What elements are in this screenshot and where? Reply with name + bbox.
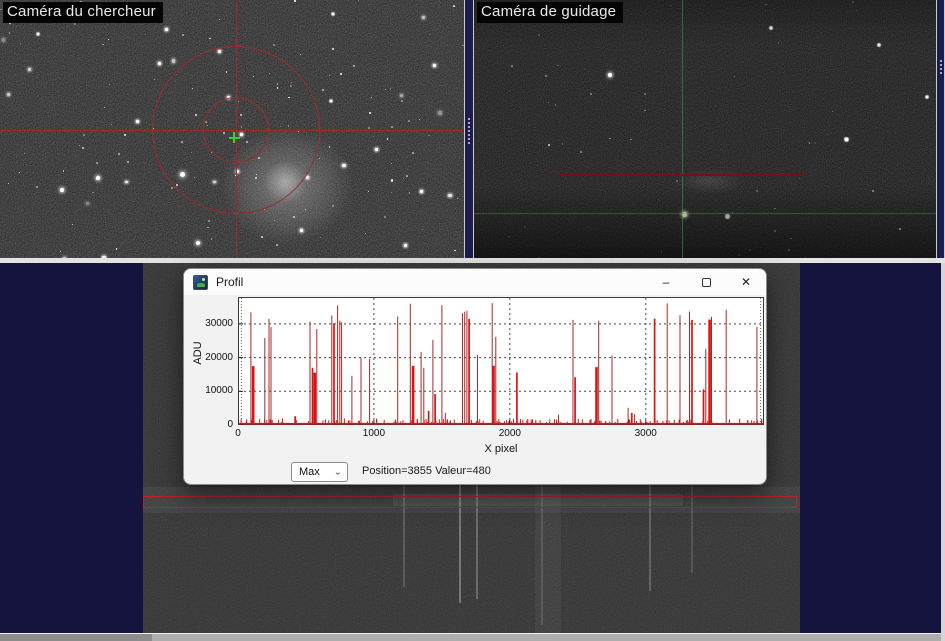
close-button[interactable]: ✕: [726, 269, 766, 295]
profil-app-icon: [193, 274, 208, 290]
emission-line: [649, 473, 651, 591]
star: [437, 111, 442, 115]
guide-camera-view: Caméra de guidage: [474, 0, 936, 258]
star: [358, 0, 359, 1]
star: [433, 64, 436, 67]
y-tick-label: 20000: [205, 351, 233, 363]
vignette-overlay: [474, 0, 936, 258]
window-border: [941, 263, 945, 641]
chevron-down-icon: ⌄: [333, 467, 342, 477]
star: [386, 138, 388, 140]
status-bar: [0, 633, 945, 641]
guide-camera-label: Caméra de guidage: [477, 2, 624, 23]
star: [408, 120, 410, 123]
star: [391, 125, 393, 128]
guide-crosshair-horizontal-line: [474, 213, 936, 214]
horizontal-splitter[interactable]: [0, 258, 945, 263]
star: [158, 61, 161, 65]
profil-window[interactable]: Profil – ✕ ADU 0 10000 20000 30000 0 1000 200…: [183, 268, 767, 485]
x-tick-label: 1000: [362, 428, 386, 439]
star: [399, 93, 403, 97]
emission-line: [691, 477, 693, 573]
maximize-icon: [701, 277, 711, 287]
star: [123, 133, 126, 136]
finder-camera-label: Caméra du chercheur: [3, 2, 163, 23]
star: [375, 148, 378, 151]
emission-band: [535, 463, 561, 633]
star: [452, 5, 455, 8]
star: [412, 151, 415, 154]
star: [391, 191, 393, 193]
star: [330, 100, 332, 102]
x-axis-title: X pixel: [484, 443, 518, 455]
target-marker-icon: [233, 132, 235, 143]
star: [294, 0, 296, 2]
y-tick-label: 10000: [205, 385, 233, 397]
star: [196, 241, 200, 245]
x-tick-label: 2000: [498, 428, 521, 439]
profile-mode-value: Max: [299, 466, 320, 478]
star: [418, 119, 420, 121]
star: [321, 88, 324, 91]
binning-region-outline[interactable]: [143, 496, 797, 508]
star: [37, 33, 39, 35]
x-tick-label: 0: [235, 428, 241, 439]
star: [367, 190, 369, 192]
star: [405, 175, 408, 178]
splitter-grip-icon: [468, 118, 470, 144]
cursor-position-readout: Position=3855 Valeur=480: [362, 465, 491, 477]
star: [171, 59, 176, 63]
star: [27, 67, 31, 72]
slit-position-line: [558, 174, 806, 176]
right-scrollbar[interactable]: [936, 0, 945, 258]
star: [369, 111, 371, 114]
star: [332, 13, 334, 15]
star: [23, 152, 25, 154]
star: [35, 185, 39, 188]
profile-plot-area[interactable]: [238, 297, 764, 425]
panel-splitter[interactable]: [464, 0, 474, 258]
star: [276, 243, 279, 246]
star: [319, 237, 321, 238]
star: [370, 96, 372, 99]
profil-window-title: Profil: [216, 275, 244, 289]
finder-camera-view: Caméra du chercheur: [0, 0, 464, 258]
spectro-capture-screen: Caméra du chercheur Caméra de guidage Pr…: [0, 0, 945, 641]
star: [7, 182, 9, 184]
emission-line: [403, 477, 405, 587]
star: [420, 190, 423, 193]
star: [390, 162, 392, 165]
star: [60, 188, 64, 192]
minimize-button[interactable]: –: [646, 269, 686, 295]
profile-chart: ADU 0 10000 20000 30000 0 1000 2000 3000 X pix…: [184, 295, 766, 484]
star: [165, 28, 168, 31]
star: [103, 106, 105, 108]
star: [19, 171, 20, 173]
star: [210, 238, 213, 240]
x-tick-label: 3000: [634, 428, 657, 439]
star: [331, 47, 334, 50]
emission-line: [476, 473, 478, 599]
star: [456, 197, 458, 199]
star: [339, 72, 342, 75]
guide-crosshair-vertical-line: [682, 0, 683, 258]
star: [384, 216, 387, 218]
star: [404, 244, 407, 247]
reticle-inner-circle: [203, 97, 269, 163]
star: [136, 120, 139, 123]
star: [96, 176, 100, 180]
y-tick-label: 30000: [205, 317, 233, 329]
star: [353, 64, 356, 67]
maximize-button[interactable]: [686, 269, 726, 295]
star: [208, 219, 210, 222]
star: [118, 152, 121, 155]
emission-line: [459, 471, 461, 603]
profil-titlebar[interactable]: Profil – ✕: [184, 269, 766, 295]
star: [126, 161, 129, 164]
scrollbar-grip-icon: [939, 60, 942, 74]
profile-mode-select[interactable]: Max ⌄: [291, 462, 348, 482]
star: [448, 193, 452, 197]
